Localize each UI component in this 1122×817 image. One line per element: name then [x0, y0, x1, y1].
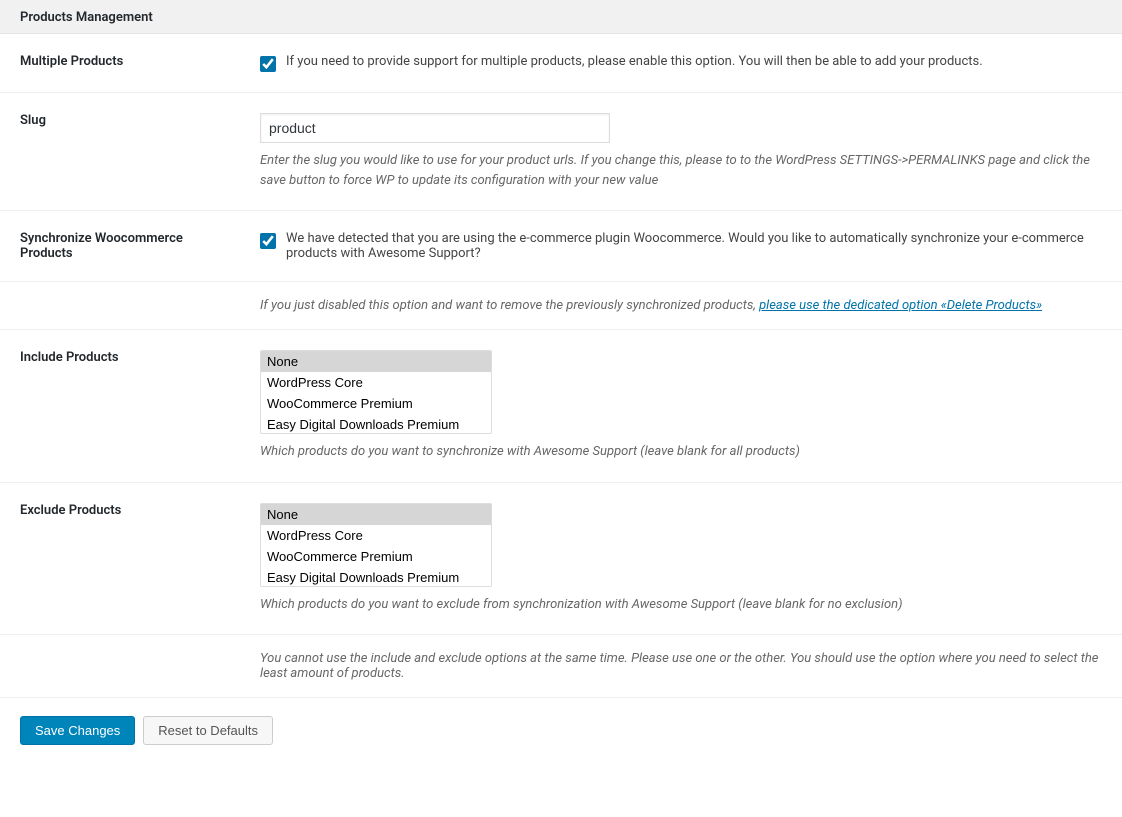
row-multiple-products: Multiple Products If you need to provide… — [0, 34, 1122, 93]
checkbox-multiple-products[interactable] — [260, 56, 276, 72]
row-include-products: Include Products NoneWordPress CoreWooCo… — [0, 330, 1122, 483]
section-title: Products Management — [20, 10, 153, 25]
row-mutual-note: You cannot use the include and exclude o… — [0, 635, 1122, 698]
list-item[interactable]: Easy Digital Downloads Premium — [261, 414, 491, 434]
text-multiple-products: If you need to provide support for multi… — [286, 54, 983, 69]
text-mutual-note: You cannot use the include and exclude o… — [260, 651, 1098, 681]
description-exclude: Which products do you want to exclude fr… — [260, 595, 1102, 615]
settings-form-table: Multiple Products If you need to provide… — [0, 34, 1122, 698]
label-multiple-products: Multiple Products — [0, 34, 240, 93]
list-item[interactable]: WordPress Core — [261, 372, 491, 393]
list-item[interactable]: WooCommerce Premium — [261, 546, 491, 567]
label-exclude-products: Exclude Products — [0, 482, 240, 635]
section-header: Products Management — [0, 0, 1122, 34]
description-slug: Enter the slug you would like to use for… — [260, 151, 1102, 190]
label-include-products: Include Products — [0, 330, 240, 483]
link-delete-products[interactable]: please use the dedicated option «Delete … — [759, 298, 1042, 313]
input-slug[interactable] — [260, 113, 610, 143]
label-sync-woo: Synchronize Woocommerce Products — [0, 211, 240, 282]
description-include: Which products do you want to synchroniz… — [260, 442, 1102, 462]
select-include-products[interactable]: NoneWordPress CoreWooCommerce PremiumEas… — [260, 350, 492, 434]
label-slug: Slug — [0, 93, 240, 211]
list-item[interactable]: WooCommerce Premium — [261, 393, 491, 414]
text-sync-woo: We have detected that you are using the … — [286, 231, 1102, 261]
select-exclude-products[interactable]: NoneWordPress CoreWooCommerce PremiumEas… — [260, 503, 492, 587]
row-sync-woo: Synchronize Woocommerce Products We have… — [0, 211, 1122, 282]
reset-button[interactable]: Reset to Defaults — [143, 716, 273, 745]
row-disabled-note: If you just disabled this option and wan… — [0, 282, 1122, 330]
save-button[interactable]: Save Changes — [20, 716, 135, 745]
checkbox-sync-woo[interactable] — [260, 233, 276, 249]
row-slug: Slug Enter the slug you would like to us… — [0, 93, 1122, 211]
row-exclude-products: Exclude Products NoneWordPress CoreWooCo… — [0, 482, 1122, 635]
text-disabled-note: If you just disabled this option and wan… — [260, 298, 1042, 313]
list-item[interactable]: None — [261, 504, 491, 525]
button-row: Save Changes Reset to Defaults — [0, 698, 1122, 763]
list-item[interactable]: Easy Digital Downloads Premium — [261, 567, 491, 587]
list-item[interactable]: WordPress Core — [261, 525, 491, 546]
list-item[interactable]: None — [261, 351, 491, 372]
